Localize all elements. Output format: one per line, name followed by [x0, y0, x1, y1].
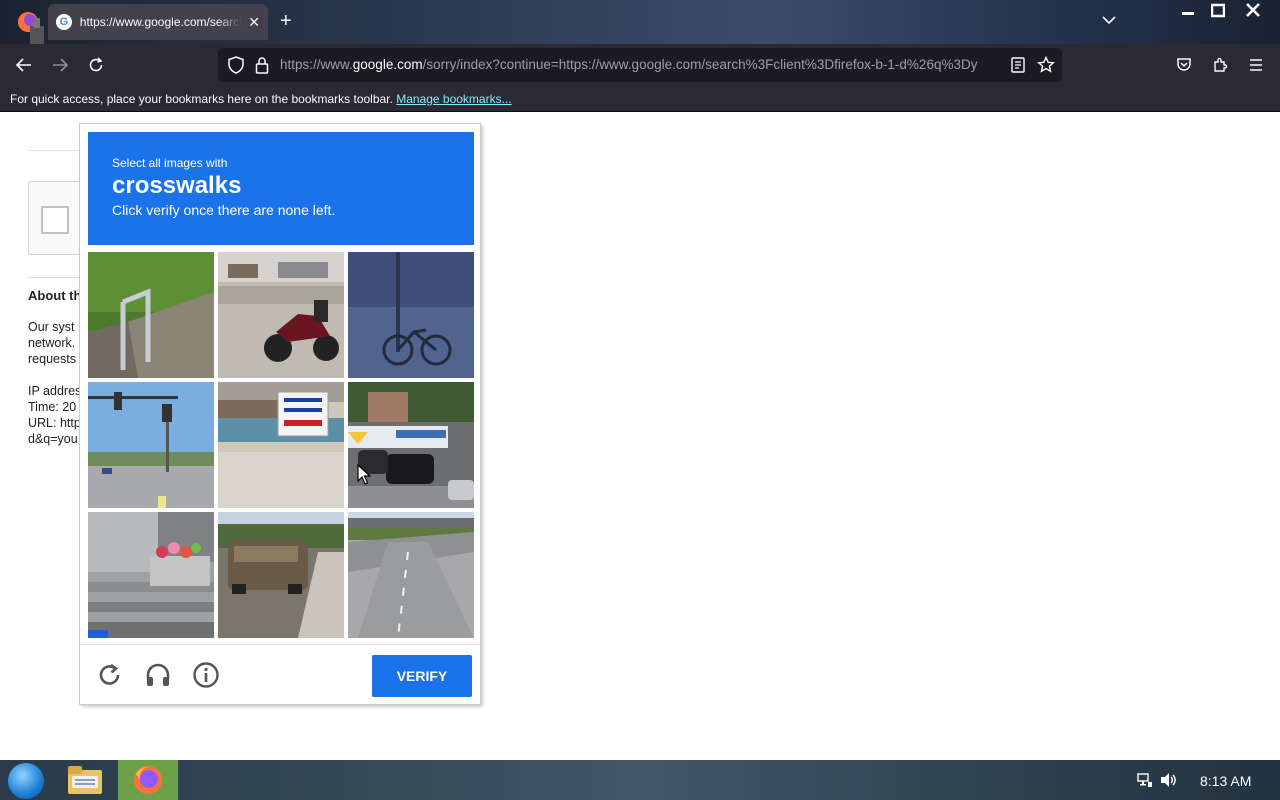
about-text-line: network.	[28, 336, 76, 350]
url-host: google.com	[352, 57, 423, 72]
about-text-line: d&q=you	[28, 432, 78, 446]
tracking-protection-shield-icon[interactable]	[224, 54, 248, 76]
image-tile-railing-by-hedge[interactable]	[88, 252, 214, 378]
tab-title: https://www.google.com/search	[79, 15, 243, 29]
about-text-line: IP addres	[28, 384, 82, 398]
url-prefix: https://www.	[280, 57, 353, 72]
address-bar[interactable]: https://www.google.com/sorry/index?conti…	[218, 48, 1062, 82]
challenge-target: crosswalks	[112, 172, 242, 199]
challenge-footer: VERIFY	[80, 644, 480, 704]
extensions-icon[interactable]	[1208, 54, 1232, 76]
image-grid	[88, 252, 474, 638]
volume-icon[interactable]	[1160, 772, 1178, 793]
minimize-icon[interactable]	[1182, 2, 1194, 25]
maximize-icon[interactable]	[1210, 2, 1226, 25]
browser-tab-active[interactable]: G https://www.google.com/search ✕	[48, 4, 268, 40]
tab-close-icon[interactable]: ✕	[248, 14, 260, 31]
manage-bookmarks-link[interactable]: Manage bookmarks...	[396, 92, 511, 106]
bookmark-star-icon[interactable]	[1034, 54, 1058, 76]
network-icon[interactable]	[1137, 772, 1153, 793]
about-text-line: URL: http	[28, 416, 81, 430]
google-favicon-icon: G	[56, 14, 72, 30]
url-path: /sorry/index?continue=https://www.google…	[422, 57, 978, 72]
taskbar: 8:13 AM	[0, 760, 1280, 800]
image-tile-motorcycle[interactable]	[218, 252, 344, 378]
audio-challenge-headphones-icon[interactable]	[144, 661, 172, 689]
image-tile-highway-overpass[interactable]	[348, 512, 474, 638]
challenge-header: Select all images with crosswalks Click …	[88, 132, 474, 245]
pocket-icon[interactable]	[1172, 54, 1196, 76]
recaptcha-challenge: Select all images with crosswalks Click …	[79, 123, 481, 705]
taskbar-clock[interactable]: 8:13 AM	[1200, 773, 1251, 789]
navigation-toolbar: https://www.google.com/sorry/index?conti…	[0, 44, 1280, 86]
challenge-instruction: Select all images with	[112, 156, 228, 170]
about-text-line: Time: 20	[28, 400, 77, 414]
file-manager-icon[interactable]	[66, 764, 104, 796]
recaptcha-checkbox[interactable]	[41, 206, 69, 234]
list-all-tabs-icon[interactable]	[1102, 12, 1116, 30]
taskbar-firefox-icon[interactable]	[118, 760, 178, 800]
forward-icon[interactable]	[48, 54, 72, 76]
firefox-logo-icon	[8, 6, 48, 44]
about-text-line: Our syst	[28, 320, 75, 334]
image-tile-bicycle-on-sidewalk[interactable]	[348, 252, 474, 378]
help-info-icon[interactable]	[192, 661, 220, 689]
back-icon[interactable]	[12, 54, 36, 76]
close-window-icon[interactable]	[1246, 2, 1260, 25]
reload-challenge-icon[interactable]	[96, 661, 124, 689]
image-tile-japanese-signboard[interactable]	[218, 382, 344, 508]
verify-button[interactable]: VERIFY	[372, 655, 472, 697]
image-tile-traffic-light-intersection[interactable]	[88, 382, 214, 508]
about-text-line: requests	[28, 352, 76, 366]
bookmarks-toolbar: For quick access, place your bookmarks h…	[0, 86, 1280, 112]
reader-view-icon[interactable]	[1006, 54, 1030, 76]
app-menu-icon[interactable]	[1244, 54, 1268, 76]
start-menu-orb-icon[interactable]	[8, 763, 44, 799]
image-tile-truck-on-road[interactable]	[218, 512, 344, 638]
image-tile-steps-with-flowers[interactable]	[88, 512, 214, 638]
tab-bar: G https://www.google.com/search ✕ +	[0, 0, 1280, 44]
reload-icon[interactable]	[84, 54, 108, 76]
challenge-hint: Click verify once there are none left.	[112, 202, 336, 218]
bookmarks-hint: For quick access, place your bookmarks h…	[10, 92, 393, 106]
about-heading: About th	[28, 288, 82, 303]
lock-icon[interactable]	[250, 54, 274, 76]
url-text[interactable]: https://www.google.com/sorry/index?conti…	[280, 57, 998, 72]
new-tab-icon[interactable]: +	[280, 10, 292, 33]
mouse-cursor-icon	[357, 463, 372, 491]
